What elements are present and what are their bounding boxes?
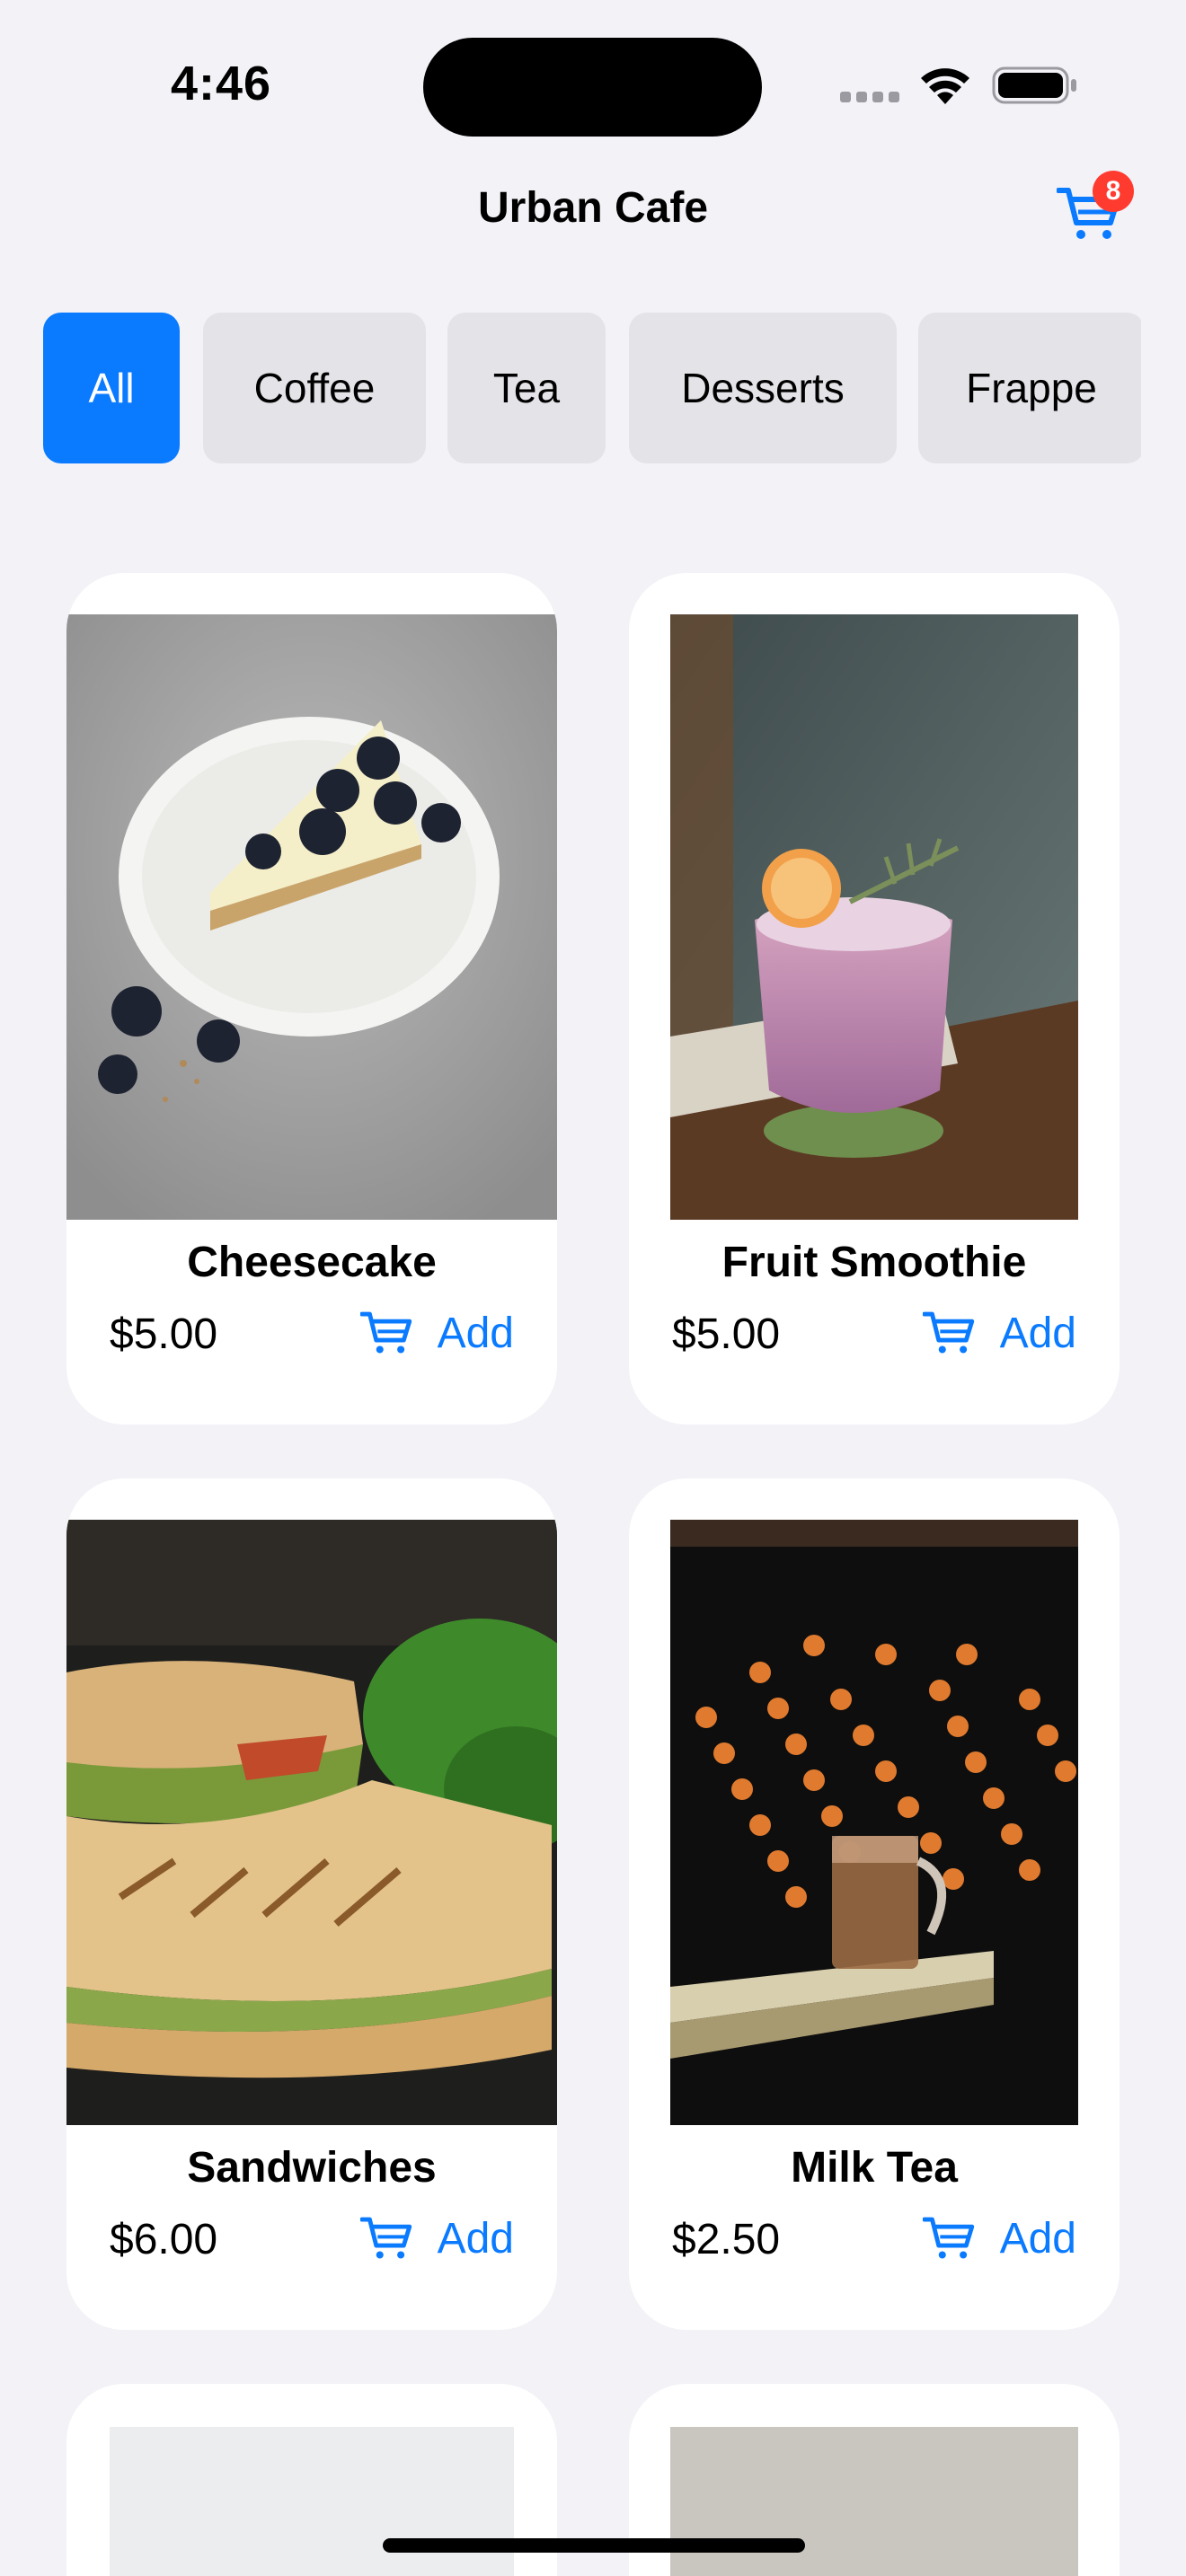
nav-bar: Urban Cafe 8	[0, 171, 1186, 251]
cart-icon	[359, 2217, 412, 2259]
add-to-cart-button[interactable]: Add	[359, 2210, 514, 2267]
cellular-signal-icon	[840, 88, 901, 104]
product-price: $6.00	[110, 2216, 218, 2263]
cart-icon	[922, 1311, 974, 1354]
product-price: $2.50	[672, 2216, 781, 2263]
product-price: $5.00	[672, 1310, 781, 1358]
page-title: Urban Cafe	[477, 184, 709, 232]
battery-icon	[992, 66, 1076, 104]
category-chip-tea[interactable]: Tea	[447, 313, 606, 463]
cart-icon	[359, 1311, 412, 1354]
product-photo	[110, 2427, 514, 2576]
cheesecake-photo	[66, 614, 557, 1220]
sandwiches-photo	[66, 1520, 557, 2125]
fruit-smoothie-photo	[670, 614, 1078, 1220]
category-filter-bar: All Coffee Tea Desserts Frappe	[0, 313, 1141, 465]
add-to-cart-button[interactable]: Add	[922, 2210, 1076, 2267]
dynamic-island	[423, 38, 762, 137]
status-bar: 4:46	[0, 0, 1186, 153]
add-to-cart-button[interactable]: Add	[922, 1304, 1076, 1362]
product-card[interactable]: Milk Tea $2.50 Add	[629, 1478, 1120, 2330]
milk-tea-photo	[670, 1520, 1078, 2125]
product-card[interactable]: Fruit Smoothie $5.00 Add	[629, 573, 1120, 1425]
category-chip-frappe[interactable]: Frappe	[918, 313, 1141, 463]
add-to-cart-button[interactable]: Add	[359, 1304, 514, 1362]
product-card[interactable]: Sandwiches $6.00 Add	[66, 1478, 557, 2330]
status-time: 4:46	[171, 57, 272, 110]
product-name: Sandwiches	[187, 2144, 437, 2192]
add-button-label: Add	[999, 2214, 1076, 2263]
wifi-icon	[921, 68, 969, 104]
product-name: Milk Tea	[791, 2144, 958, 2192]
product-card[interactable]: Cheesecake $5.00 Add	[66, 573, 557, 1425]
home-indicator	[383, 2538, 805, 2553]
cart-icon	[922, 2217, 974, 2259]
add-button-label: Add	[437, 1309, 514, 1357]
add-button-label: Add	[437, 2214, 514, 2263]
category-chip-desserts[interactable]: Desserts	[629, 313, 897, 463]
category-chip-coffee[interactable]: Coffee	[203, 313, 426, 463]
cart-count-badge: 8	[1093, 171, 1134, 212]
product-name: Cheesecake	[187, 1239, 437, 1286]
category-chip-all[interactable]: All	[43, 313, 180, 463]
add-button-label: Add	[999, 1309, 1076, 1357]
cart-button[interactable]: 8	[1053, 171, 1134, 251]
product-name: Fruit Smoothie	[721, 1239, 1027, 1286]
product-photo	[670, 2427, 1078, 2576]
product-price: $5.00	[110, 1310, 218, 1358]
